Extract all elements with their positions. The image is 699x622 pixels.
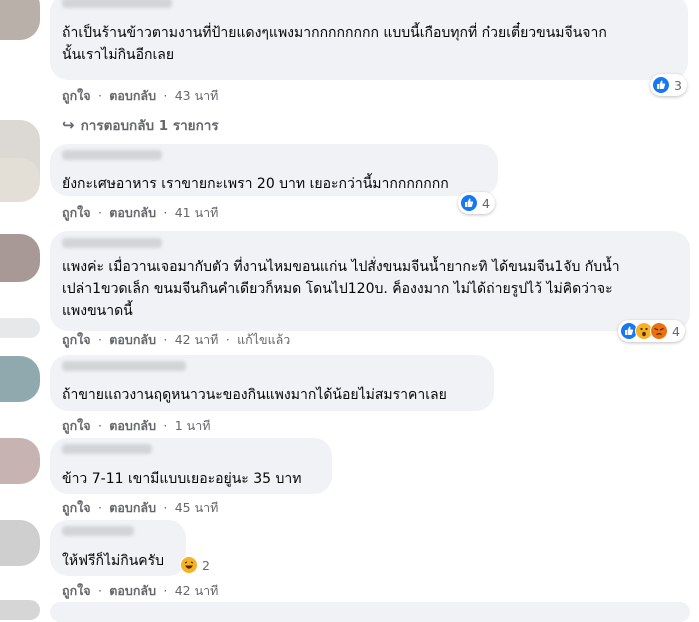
timestamp[interactable]: 45 นาที <box>175 500 219 515</box>
comment-line: แพงค่ะ เมื่อวานเจอมากับตัว ที่งานไหมขอนแ… <box>62 259 620 275</box>
separator: · <box>97 88 102 103</box>
separator: · <box>225 332 230 347</box>
reply-link[interactable]: ตอบกลับ <box>109 418 156 433</box>
separator: · <box>163 500 168 515</box>
comment-line: ให้ฟรีก็ไม่กินครับ <box>62 553 165 569</box>
comment-line: เปล่า1ขวดเล็ก ขนมจีนกินคำเดียวก็หมด โดนไ… <box>62 281 613 297</box>
comment-actions: ถูกใจ · ตอบกลับ · 45 นาที <box>62 500 218 516</box>
comment-text: ถ้าขายแถวงานฤดูหนาวนะของกินแพงมากได้น้อย… <box>62 384 447 406</box>
replies-count-label: การตอบกลับ 1 รายการ <box>80 118 219 134</box>
like-link[interactable]: ถูกใจ <box>62 500 91 515</box>
comment-line: ยังกะเศษอาหาร เราขายกะเพรา 20 บาท เยอะกว… <box>62 176 449 192</box>
like-link[interactable]: ถูกใจ <box>62 583 91 598</box>
reaction-summary[interactable]: 3 <box>650 74 687 96</box>
reaction-summary[interactable]: 4 <box>458 192 495 214</box>
separator: · <box>97 583 102 598</box>
thumbs-up-icon <box>460 194 478 212</box>
avatar[interactable] <box>0 356 40 402</box>
comment-line: ข้าว 7-11 เขามีแบบเยอะอยู่นะ 35 บาท <box>62 471 302 487</box>
separator: · <box>163 205 168 220</box>
reaction-count: 4 <box>482 195 490 211</box>
reaction-count: 3 <box>674 77 682 93</box>
comment-line: ถ้าขายแถวงานฤดูหนาวนะของกินแพงมากได้น้อย… <box>62 387 447 403</box>
avatar[interactable] <box>0 158 40 202</box>
comment-text: ให้ฟรีก็ไม่กินครับ <box>62 550 164 572</box>
timestamp[interactable]: 1 นาที <box>175 418 211 433</box>
like-link[interactable]: ถูกใจ <box>62 332 91 347</box>
reply-link[interactable]: ตอบกลับ <box>109 332 156 347</box>
comment-text: ข้าว 7-11 เขามีแบบเยอะอยู่นะ 35 บาท <box>62 468 302 490</box>
thumbs-up-icon <box>652 76 670 94</box>
separator: · <box>97 332 102 347</box>
separator: · <box>97 500 102 515</box>
reply-arrow-icon: ↪ <box>62 116 75 134</box>
reply-link[interactable]: ตอบกลับ <box>109 583 156 598</box>
reaction-summary[interactable]: 2 <box>178 554 215 576</box>
reply-link[interactable]: ตอบกลับ <box>109 88 156 103</box>
comment-actions: ถูกใจ · ตอบกลับ · 42 นาที <box>62 583 218 599</box>
author-name-redacted[interactable] <box>62 361 186 371</box>
comment-bubble <box>50 602 690 622</box>
separator: · <box>97 418 102 433</box>
like-link[interactable]: ถูกใจ <box>62 205 91 220</box>
avatar[interactable] <box>0 234 40 282</box>
timestamp[interactable]: 41 นาที <box>175 205 219 220</box>
comment-text: แพงค่ะ เมื่อวานเจอมากับตัว ที่งานไหมขอนแ… <box>62 256 620 322</box>
reply-link[interactable]: ตอบกลับ <box>109 500 156 515</box>
comment-line: แพงขนาดนี้ <box>62 303 133 319</box>
author-name-redacted[interactable] <box>62 444 152 454</box>
reaction-count: 2 <box>202 557 210 573</box>
author-name-redacted[interactable] <box>62 0 172 8</box>
separator: · <box>163 418 168 433</box>
timestamp[interactable]: 42 นาที <box>175 332 219 347</box>
separator: · <box>97 205 102 220</box>
reaction-summary[interactable]: 4 <box>618 320 685 342</box>
author-name-redacted[interactable] <box>62 526 134 536</box>
edited-label[interactable]: แก้ไขแล้ว <box>237 332 290 347</box>
reply-link[interactable]: ตอบกลับ <box>109 205 156 220</box>
separator: · <box>163 583 168 598</box>
comment-text: ยังกะเศษอาหาร เราขายกะเพรา 20 บาท เยอะกว… <box>62 173 449 195</box>
comment-actions: ถูกใจ · ตอบกลับ · 42 นาที · แก้ไขแล้ว <box>62 332 290 348</box>
author-name-redacted[interactable] <box>62 150 162 160</box>
comment-actions: ถูกใจ · ตอบกลับ · 1 นาที <box>62 418 210 434</box>
avatar[interactable] <box>0 520 40 566</box>
avatar[interactable] <box>0 600 40 620</box>
avatar[interactable] <box>0 318 40 338</box>
timestamp[interactable]: 43 นาที <box>175 88 219 103</box>
author-name-redacted[interactable] <box>62 238 162 248</box>
like-link[interactable]: ถูกใจ <box>62 418 91 433</box>
separator: · <box>163 332 168 347</box>
comment-actions: ถูกใจ · ตอบกลับ · 41 นาที <box>62 205 218 221</box>
like-link[interactable]: ถูกใจ <box>62 88 91 103</box>
separator: · <box>163 88 168 103</box>
avatar[interactable] <box>0 438 40 484</box>
timestamp[interactable]: 42 นาที <box>175 583 219 598</box>
reaction-count: 4 <box>672 323 680 339</box>
comment-line: ถ้าเป็นร้านข้าวตามงานที่ป้ายแดงๆแพงมากกก… <box>62 25 607 41</box>
comment-line: นั้นเราไม่กินอีกเลย <box>62 47 175 63</box>
avatar[interactable] <box>0 0 40 40</box>
laugh-icon <box>180 556 198 574</box>
view-replies-link[interactable]: ↪ การตอบกลับ 1 รายการ <box>62 114 219 136</box>
comment-actions: ถูกใจ · ตอบกลับ · 43 นาที <box>62 88 218 104</box>
angry-icon <box>650 322 668 340</box>
comment-text: ถ้าเป็นร้านข้าวตามงานที่ป้ายแดงๆแพงมากกก… <box>62 22 607 66</box>
